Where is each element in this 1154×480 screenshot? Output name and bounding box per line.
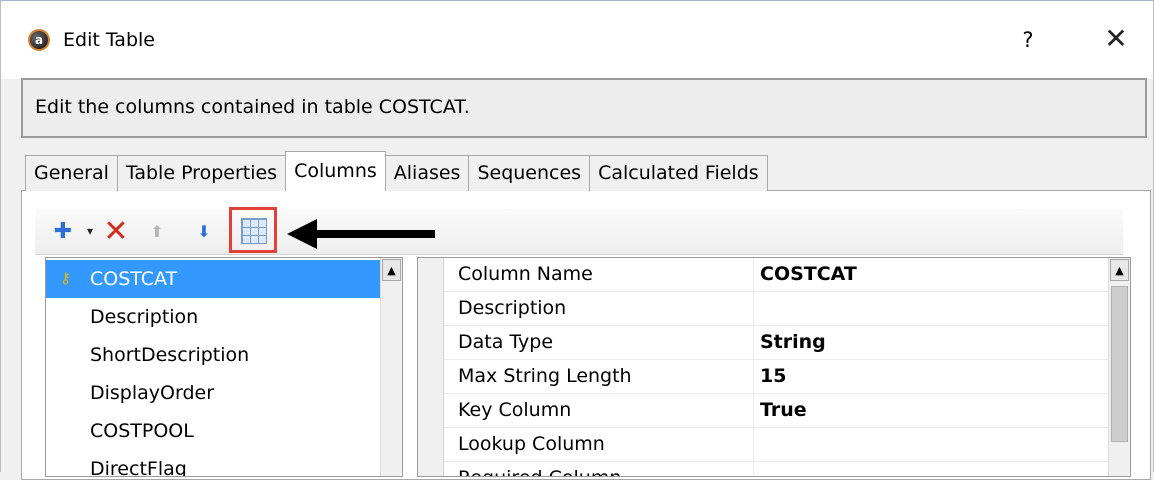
- annotation-arrow-icon: [287, 219, 437, 249]
- tab-aliases[interactable]: Aliases: [384, 155, 470, 191]
- title-bar: a Edit Table ? ✕: [1, 1, 1153, 79]
- property-row[interactable]: Key Column True: [444, 394, 1108, 428]
- property-grid-scrollbar[interactable]: ▲: [1108, 258, 1130, 476]
- tab-sequences[interactable]: Sequences: [468, 155, 591, 191]
- list-item[interactable]: ShortDescription: [46, 336, 382, 374]
- tab-table-properties[interactable]: Table Properties: [116, 155, 287, 191]
- column-list-scrollbar[interactable]: ▲: [380, 258, 402, 476]
- scroll-up-arrow-icon[interactable]: ▲: [1110, 259, 1129, 281]
- move-down-icon[interactable]: ⬇: [195, 221, 213, 241]
- grid-view-icon[interactable]: [241, 218, 267, 244]
- list-item[interactable]: COSTPOOL: [46, 412, 382, 450]
- property-grid-gutter: [418, 258, 444, 476]
- edit-table-dialog: a Edit Table ? ✕ Edit the columns contai…: [0, 0, 1154, 480]
- property-row[interactable]: Column Name COSTCAT: [444, 258, 1108, 292]
- tab-calculated-fields[interactable]: Calculated Fields: [589, 155, 768, 191]
- columns-toolbar: ✚ ▾ ✕ ⬆ ⬇: [35, 207, 1123, 255]
- delete-icon[interactable]: ✕: [103, 214, 129, 249]
- property-row[interactable]: Lookup Column: [444, 428, 1108, 462]
- dialog-title: Edit Table: [63, 29, 155, 51]
- close-button[interactable]: ✕: [1099, 21, 1133, 55]
- tab-general[interactable]: General: [25, 155, 118, 191]
- move-up-icon[interactable]: ⬆: [148, 221, 166, 241]
- list-item[interactable]: Description: [46, 298, 382, 336]
- tab-columns[interactable]: Columns: [285, 151, 386, 191]
- list-item[interactable]: DisplayOrder: [46, 374, 382, 412]
- column-properties-grid[interactable]: Column Name COSTCAT Description Data Typ…: [417, 257, 1131, 477]
- column-list[interactable]: ⚷ COSTCAT Description ShortDescription D…: [45, 257, 403, 477]
- app-logo-icon: a: [28, 29, 50, 51]
- property-row[interactable]: Description: [444, 292, 1108, 326]
- property-row[interactable]: Max String Length 15: [444, 360, 1108, 394]
- scroll-up-arrow-icon[interactable]: ▲: [382, 259, 401, 281]
- list-item[interactable]: ⚷ COSTCAT: [46, 260, 382, 298]
- property-row[interactable]: Data Type String: [444, 326, 1108, 360]
- key-icon: ⚷: [60, 269, 71, 287]
- scroll-thumb[interactable]: [1111, 286, 1128, 442]
- description-text: Edit the columns contained in table COST…: [35, 96, 470, 118]
- add-icon[interactable]: ✚: [53, 219, 73, 244]
- description-panel: Edit the columns contained in table COST…: [21, 78, 1147, 138]
- tab-strip: General Table Properties Columns Aliases…: [25, 151, 768, 191]
- help-button[interactable]: ?: [1013, 25, 1043, 55]
- list-item[interactable]: DirectFlag: [46, 450, 382, 476]
- property-row[interactable]: Required Column: [444, 462, 1108, 476]
- dropdown-arrow-icon[interactable]: ▾: [83, 221, 97, 241]
